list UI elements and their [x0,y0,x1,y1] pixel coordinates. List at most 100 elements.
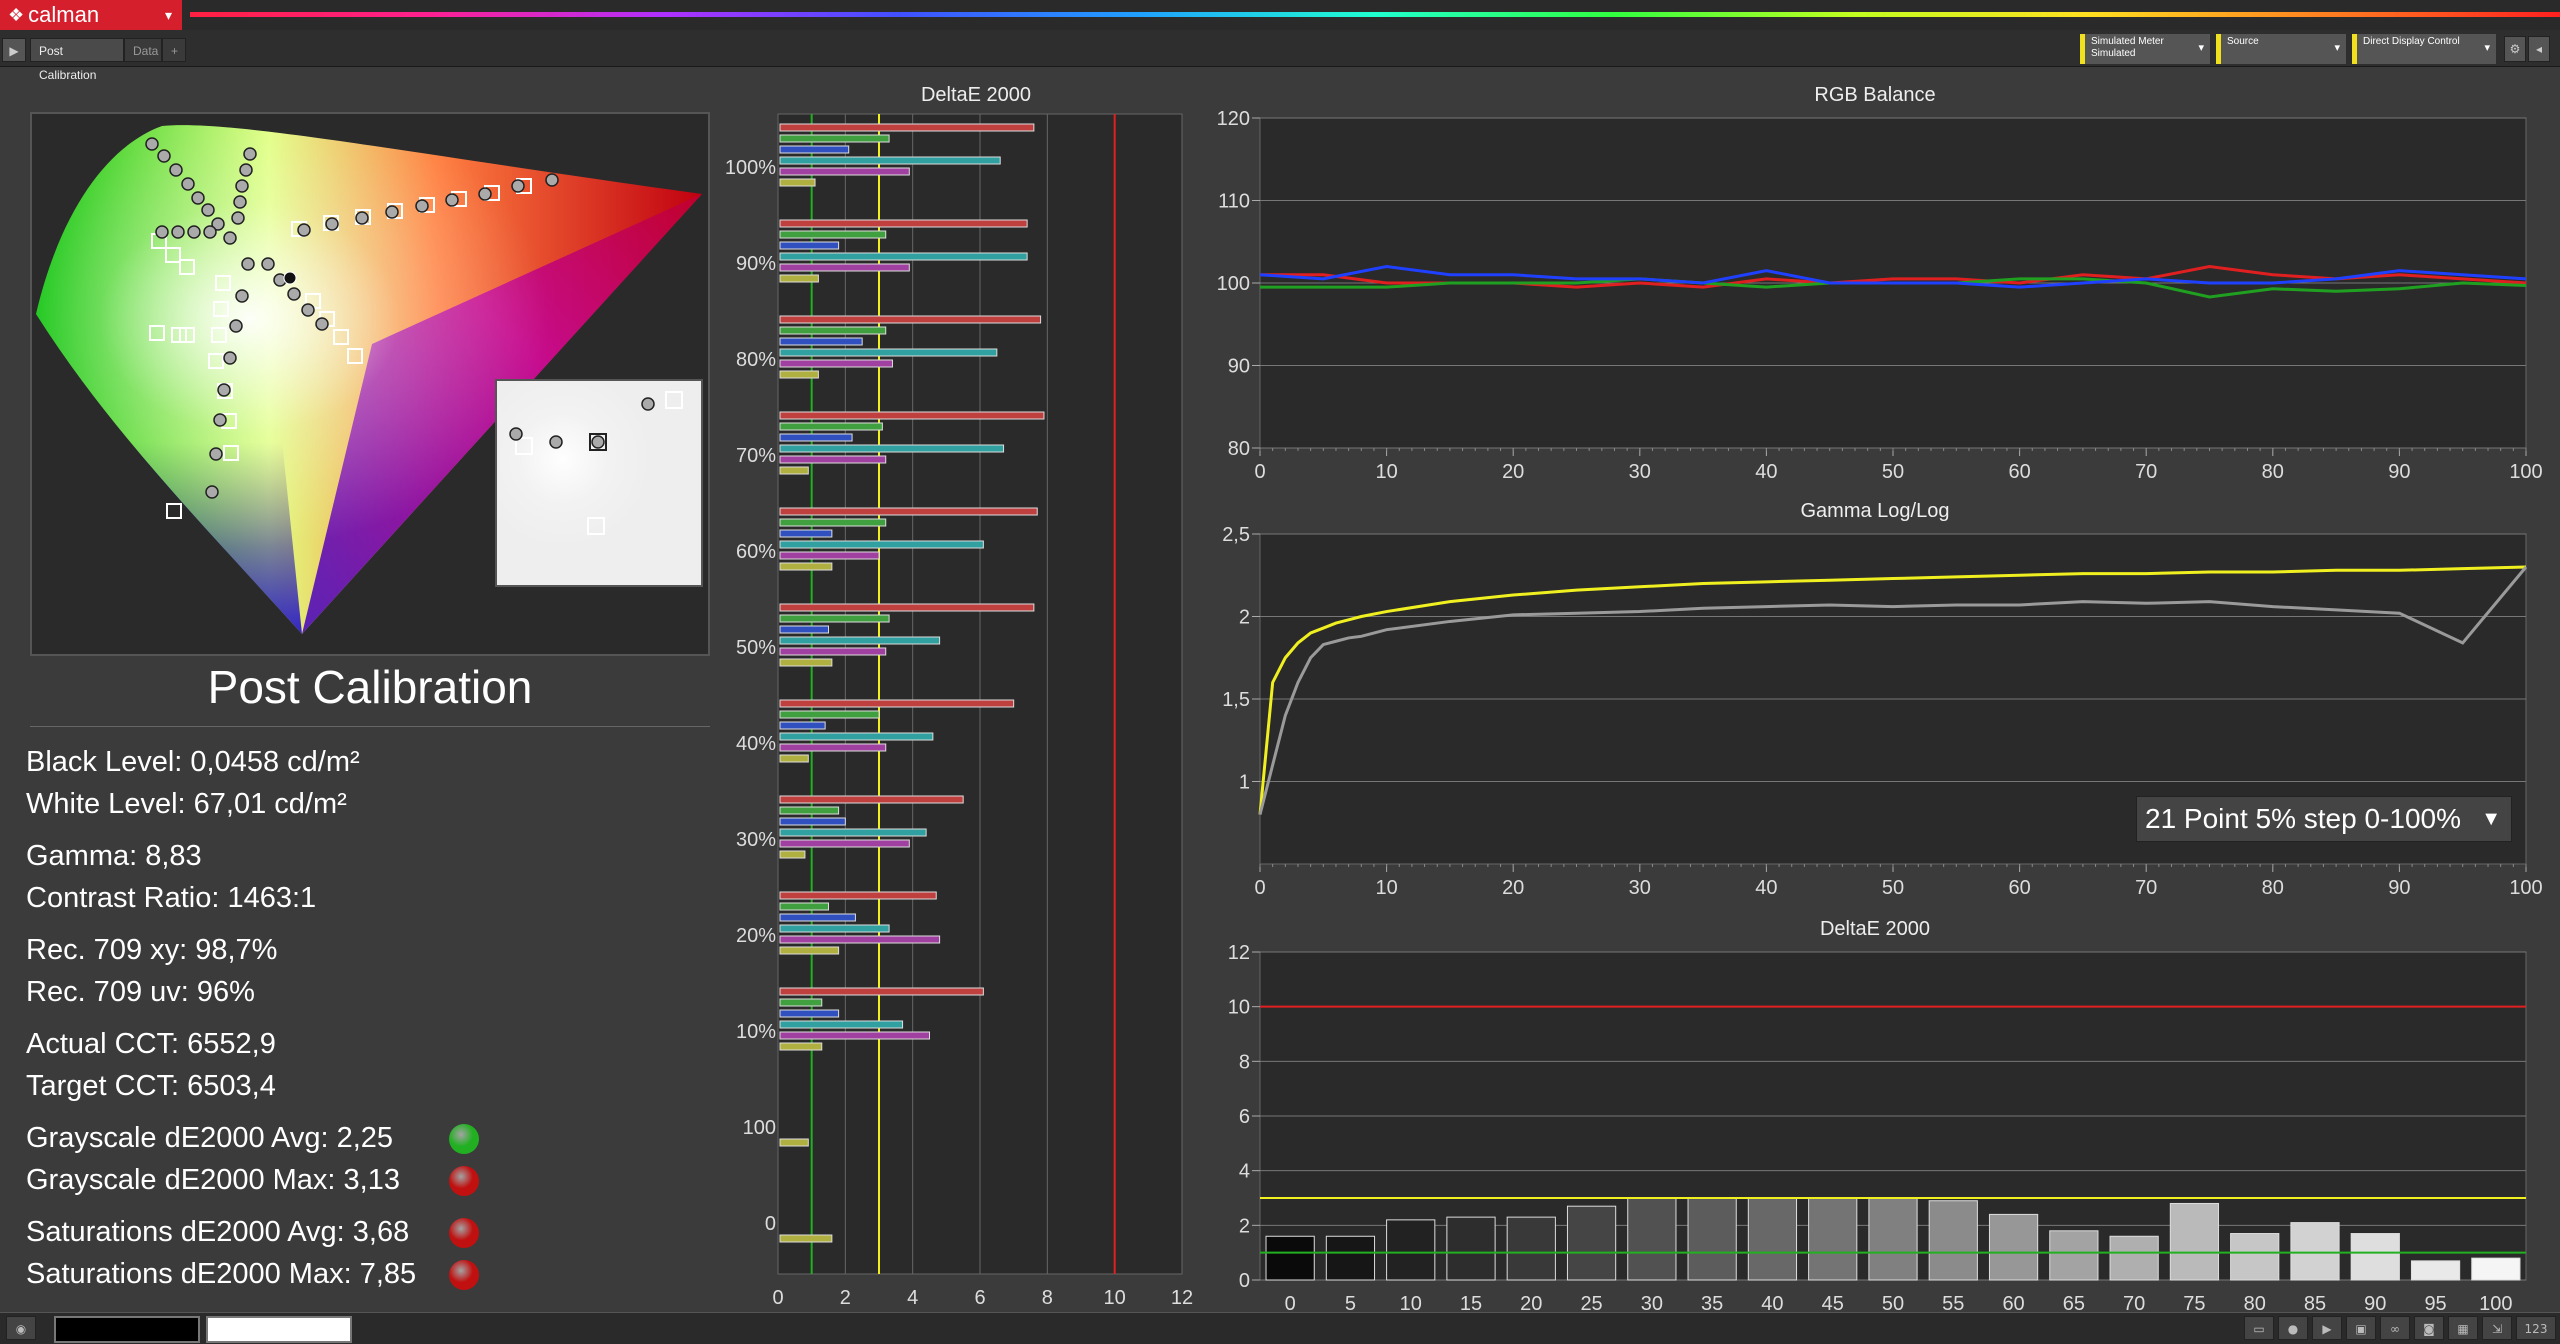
bar [779,946,840,955]
play-icon[interactable]: ▶ [2312,1316,2342,1340]
preset-dropdown[interactable]: 21 Point 5% step 0-100% ▼ [2136,796,2512,842]
bar [779,466,809,475]
play-icon[interactable]: ▶ [2,38,26,62]
x-tick-label: 10 [1375,461,1397,483]
x-tick-label: 90 [2364,1293,2386,1312]
tab-post-calibration[interactable]: Post Calibration [30,38,124,82]
app-menu-button[interactable]: ❖ calman ▾ [0,0,182,30]
bar [779,1138,809,1147]
bar [779,444,1005,453]
white-swatch[interactable] [206,1316,352,1343]
white-level-stat: White Level: 67,01 cd/m² [26,788,347,820]
cie-chromaticity-chart [30,112,710,656]
y-tick-label: 0 [765,1213,776,1235]
bar [779,850,806,859]
chevron-down-icon: ▾ [2484,42,2490,54]
bar [779,241,840,250]
expand-icon[interactable]: ⇲ [2482,1316,2512,1340]
bar [1747,1197,1798,1281]
chevron-down-icon: ▾ [2198,42,2204,54]
bar [1687,1197,1737,1281]
bar [779,359,893,368]
saturations-avg-stat: Saturations dE2000 Avg: 3,68 [26,1216,410,1248]
stop-icon[interactable]: ● [2278,1316,2308,1340]
bar [1928,1200,1978,1281]
bar [779,998,823,1007]
rgb-balance-chart: 80 90 100 110 120 0 10 20 30 40 50 60 70 80 90 100 [1217,108,2543,483]
screen-icon[interactable]: ▭ [2244,1316,2274,1340]
x-tick-label: 0 [772,1287,783,1308]
bar [779,754,809,763]
loop-icon[interactable]: ∞ [2380,1316,2410,1340]
x-tick-label: 80 [2262,461,2284,483]
page-title: Post Calibration [207,661,533,713]
bar [779,252,1028,261]
bar [779,721,826,730]
black-swatch[interactable] [54,1316,200,1343]
lock-icon[interactable]: ▣ [2346,1316,2376,1340]
x-tick-label: 35 [1701,1293,1723,1312]
bar [779,924,890,933]
bar [779,123,1035,132]
record-icon[interactable]: ◙ [2414,1316,2444,1340]
y-tick-label: 0 [1239,1270,1250,1292]
x-tick-label: 65 [2063,1293,2085,1312]
bar [1446,1216,1496,1281]
x-tick-label: 10 [1375,877,1397,899]
meter-selector[interactable]: Simulated Meter Simulated ▾ [2080,34,2210,64]
x-tick-label: 30 [1629,877,1651,899]
x-tick-label: 5 [1345,1293,1356,1312]
y-tick-label: 1,5 [1222,689,1250,711]
bar [1506,1216,1556,1281]
y-tick-label: 30% [736,829,776,851]
x-tick-label: 100 [2509,461,2542,483]
display-control-label: Direct Display Control [2363,36,2460,47]
bar [779,658,833,667]
grid-icon[interactable]: ▦ [2448,1316,2478,1340]
bar [779,230,887,239]
y-tick-label: 40% [736,733,776,755]
bar [779,891,937,900]
bar [779,156,1001,165]
bar [1386,1219,1436,1281]
y-tick-label: 90 [1228,356,1250,378]
bar [779,636,941,645]
source-selector[interactable]: Source ▾ [2216,34,2346,64]
bar [779,348,998,357]
x-tick-label: 100 [2479,1293,2512,1312]
rgb-balance-title: RGB Balance [1814,84,1936,106]
bar [779,625,829,634]
contrast-ratio-stat: Contrast Ratio: 1463:1 [26,882,317,914]
x-tick-label: 20 [1502,461,1524,483]
black-level-stat: Black Level: 0,0458 cd/m² [26,746,360,778]
bar [779,828,927,837]
x-tick-label: 8 [1042,1287,1053,1308]
y-tick-label: 2 [1239,607,1250,629]
bar [779,562,833,571]
x-tick-label: 50 [1882,461,1904,483]
display-control-selector[interactable]: Direct Display Control ▾ [2352,34,2496,64]
counter-badge: 123 [2516,1316,2556,1340]
bottom-bar [0,1312,2560,1344]
status-indicator [449,1260,479,1290]
x-tick-label: 45 [1822,1293,1844,1312]
x-tick-label: 20 [1502,877,1524,899]
x-tick-label: 2 [840,1287,851,1308]
bar [779,902,829,911]
x-tick-label: 10 [1104,1287,1126,1308]
pin-icon[interactable]: ◂ [2528,36,2550,62]
bar [779,1009,840,1018]
bar [779,411,1045,420]
settings-icon[interactable]: ⚙ [2504,36,2526,62]
preset-dropdown-value: 21 Point 5% step 0-100% [2145,803,2461,834]
bar [779,795,964,804]
bar [2230,1233,2280,1281]
saturation-de-chart: 0 2 4 6 8 10 12 100% 90% 80% 70% 60% 50% 40% 30% 20% 10%… [725,113,1193,1308]
add-tab-button[interactable]: + [162,38,186,62]
x-tick-label: 50 [1882,1293,1904,1312]
tab-data[interactable]: Data [124,38,162,62]
bar [779,263,910,272]
camera-icon[interactable]: ◉ [6,1316,36,1340]
grayscale-de-chart: 0 2 4 6 8 10 12 0 5 10 15 20 25 30 35 40 45 50 55 60 65 70 75 8… [1228,942,2527,1312]
bar [779,422,883,431]
